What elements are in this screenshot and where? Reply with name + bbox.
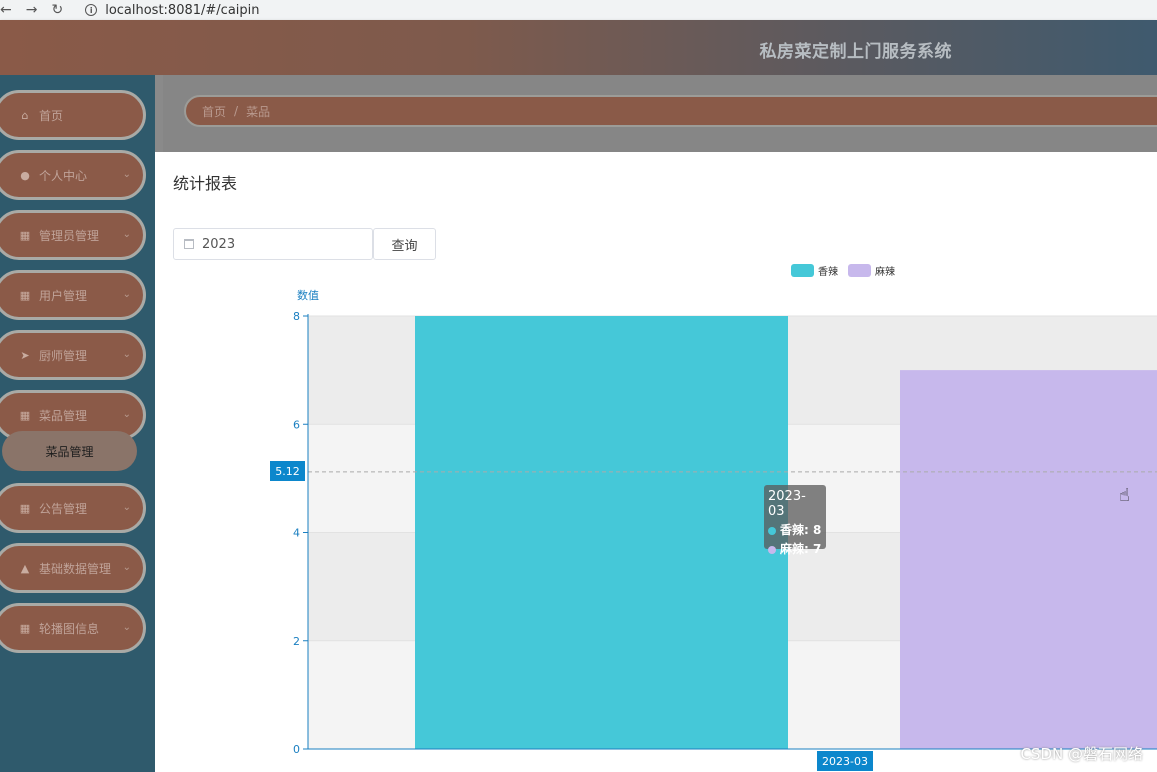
legend-label: 香辣 [818,267,838,278]
tooltip-row: 香辣: 8 [768,521,822,540]
info-icon[interactable]: i [85,4,98,16]
sidebar-item-label: 厨师管理 [39,348,88,363]
send-icon: ➤ [20,348,30,362]
sidebar-item-label: 个人中心 [39,168,88,183]
tooltip-row-text: 香辣: 8 [780,523,822,537]
breadcrumb-separator: / [234,104,239,118]
forward-arrow-icon[interactable]: → [26,2,38,18]
sidebar-item-label: 基础数据管理 [39,561,112,576]
chevron-down-icon: ⌄ [122,229,131,240]
tooltip-row-text: 麻辣: 7 [780,542,822,556]
watermark: CSDN @磐石网络 [1020,745,1143,763]
chevron-down-icon: ⌄ [122,409,131,420]
chevron-down-icon: ⌄ [122,562,131,573]
sidebar-item-8[interactable]: ▦ 轮播图信息 ⌄ [0,603,146,653]
browser-nav: ← → ↻ [0,2,63,18]
breadcrumb-current: 菜品 [246,104,271,119]
query-button[interactable]: 查询 [373,228,436,260]
tooltip-title: 2023-03 [768,489,806,519]
sidebar-item-1[interactable]: ● 个人中心 ⌄ [0,150,146,200]
back-arrow-icon[interactable]: ← [0,2,12,18]
year-value: 2023 [202,236,236,252]
chevron-down-icon: ⌄ [122,169,131,180]
sidebar-item-6[interactable]: ▦ 公告管理 ⌄ [0,483,146,533]
grid-icon: ▦ [19,408,31,422]
hand-cursor-icon: ☝ [1119,485,1130,506]
sidebar-item-label: 轮播图信息 [39,621,100,636]
sidebar-item-label: 公告管理 [39,501,88,516]
chevron-down-icon: ⌄ [122,349,131,360]
legend-swatch [791,264,814,277]
sidebar-item-label: 用户管理 [39,288,88,303]
calendar-icon [184,239,194,249]
sidebar-item-4[interactable]: ➤ 厨师管理 ⌄ [0,330,146,380]
legend-item-mala[interactable]: 麻辣 [848,263,895,278]
tooltip-dot [768,526,776,535]
chart-legend: 香辣 麻辣 [791,263,895,278]
x-axis-pointer-label: 2023-03 [817,751,873,771]
sidebar-item-3[interactable]: ▦ 用户管理 ⌄ [0,270,146,320]
grid-icon: ▦ [19,228,31,242]
app-header: 私房菜定制上门服务系统 [0,20,1157,75]
home-icon: ⌂ [21,108,29,122]
reload-icon[interactable]: ↻ [51,2,63,18]
legend-swatch [848,264,871,277]
sidebar-item-7[interactable]: ▲ 基础数据管理 ⌄ [0,543,146,593]
sidebar-item-label: 管理员管理 [39,228,100,243]
grid-icon: ▦ [19,501,31,515]
chart-tooltip: 2023-03 香辣: 8 麻辣: 7 [764,485,826,556]
tooltip-row: 麻辣: 7 [768,540,822,559]
sidebar-item-label: 首页 [39,108,64,123]
thumb-icon: ▲ [20,561,30,575]
legend-item-xiangla[interactable]: 香辣 [791,263,838,278]
sidebar-item-2[interactable]: ▦ 管理员管理 ⌄ [0,210,146,260]
breadcrumb-home[interactable]: 首页 [202,103,226,120]
grid-icon: ▦ [19,288,31,302]
user-icon: ● [20,168,30,182]
chevron-down-icon: ⌄ [122,622,131,633]
chevron-down-icon: ⌄ [122,502,131,513]
grid-icon: ▦ [19,621,31,635]
legend-label: 麻辣 [875,267,895,278]
sidebar-item-0[interactable]: ⌂ 首页 [0,90,146,140]
tooltip-dot [768,545,776,554]
y-axis-label: 数值 [297,289,319,302]
submenu-item-dish-management[interactable]: 菜品管理 [2,431,137,471]
page-title: 统计报表 [173,174,238,193]
url-text: localhost:8081/#/caipin [105,2,260,18]
address-bar[interactable]: i localhost:8081/#/caipin [85,2,260,18]
system-title: 私房菜定制上门服务系统 [759,42,952,62]
breadcrumb: 首页 / 菜品 [184,95,1157,127]
crosshair-value-label: 5.12 [270,461,305,481]
sidebar-item-label: 菜品管理 [39,408,88,423]
sidebar: ⌂ 首页 ● 个人中心 ⌄ ▦ 管理员管理 ⌄ ▦ 用户管理 ⌄ ➤ 厨师管理 ⌄ ▦ 菜品管理 ⌄ ▦ 公告管理 ⌄… [0,75,155,772]
browser-toolbar: ← → ↻ i localhost:8081/#/caipin [0,0,1157,20]
year-picker-input[interactable]: 2023 [173,228,373,260]
chevron-down-icon: ⌄ [122,289,131,300]
